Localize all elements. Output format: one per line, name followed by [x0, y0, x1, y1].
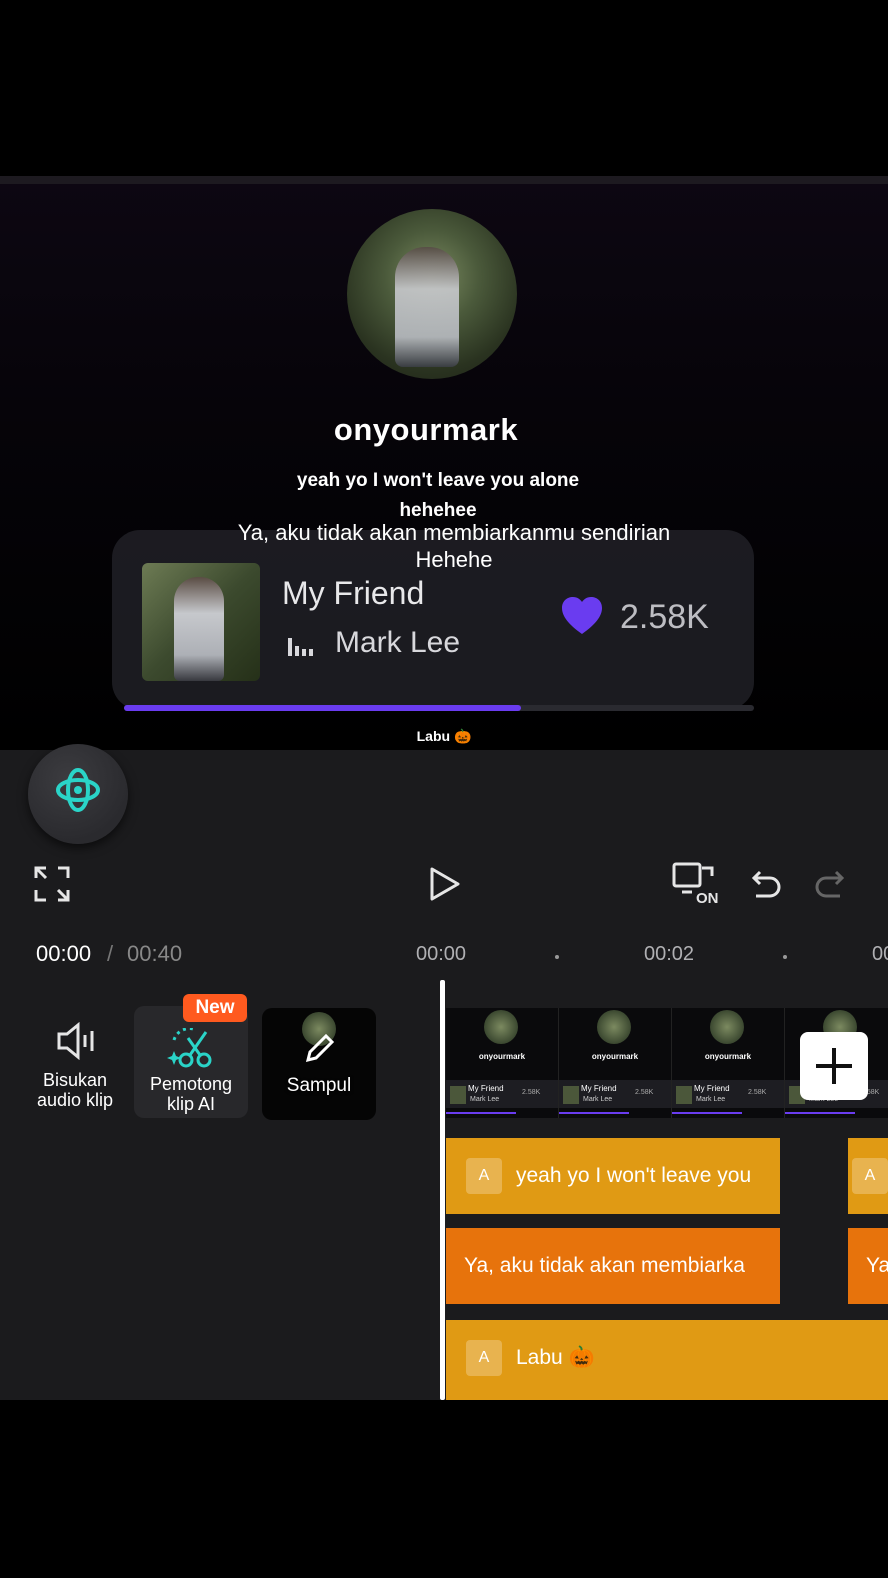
ai-cut-label-line1: Pemotong — [149, 1074, 233, 1094]
undo-icon[interactable] — [748, 868, 782, 900]
pencil-icon — [305, 1033, 335, 1063]
preview-mode-toggle[interactable]: ON — [672, 862, 722, 908]
subtitle-clip[interactable]: Ya — [848, 1228, 888, 1304]
expand-icon[interactable] — [34, 866, 70, 902]
mode-on-label: ON — [696, 890, 719, 907]
frame-likes: 2.58K — [522, 1089, 541, 1096]
track-frame: onyourmark My Friend Mark Lee 2.58K — [559, 1008, 672, 1118]
new-badge: New — [183, 994, 247, 1022]
frame-music-card: My Friend Mark Lee 2.58K — [672, 1080, 784, 1108]
track-frame: onyourmark My Friend Mark Lee 2.58K — [672, 1008, 785, 1118]
frame-music-card: My Friend Mark Lee 2.58K — [446, 1080, 558, 1108]
text-template-icon — [466, 1340, 502, 1377]
frame-username: onyourmark — [591, 1052, 639, 1061]
total-time: 00:40 — [127, 941, 183, 966]
frame-progress — [446, 1112, 516, 1114]
ruler-label: 00 — [872, 943, 888, 965]
frame-song: My Friend — [468, 1084, 504, 1093]
text-template-icon — [466, 1158, 502, 1195]
frame-progress — [672, 1112, 742, 1114]
frame-artist: Mark Lee — [470, 1096, 500, 1103]
frame-thumb — [676, 1086, 692, 1104]
playhead[interactable] — [440, 980, 445, 1400]
song-progress-fill — [124, 705, 521, 711]
ruler-label: 00:00 — [416, 943, 467, 965]
song-title: My Friend — [282, 575, 425, 611]
username: onyourmark — [333, 412, 519, 447]
frame-avatar — [710, 1010, 744, 1044]
ruler-label: 00:02 — [644, 943, 695, 965]
frame-progress — [785, 1112, 855, 1114]
heart-icon — [562, 597, 602, 634]
text-template-icon — [852, 1158, 888, 1195]
frame-avatar — [484, 1010, 518, 1044]
ai-clip-cutter-button[interactable]: Pemotong klip AI — [134, 1006, 248, 1118]
song-thumbnail — [142, 563, 260, 681]
frame-artist: Mark Lee — [696, 1096, 726, 1103]
time-separator: / — [107, 941, 114, 966]
like-count: 2.58K — [620, 598, 709, 636]
cover-label: Sampul — [286, 1075, 352, 1096]
frame-music-card: My Friend Mark Lee 2.58K — [559, 1080, 671, 1108]
frame-username: onyourmark — [478, 1052, 526, 1061]
clip-text: Labu 🎃 — [516, 1346, 595, 1369]
frame-song: My Friend — [581, 1084, 617, 1093]
lyric-indonesian: Ya, aku tidak akan membiarkanmu sendiria… — [237, 520, 671, 572]
frame-artist: Mark Lee — [583, 1096, 613, 1103]
ruler-dot — [783, 955, 787, 959]
frame-likes: 2.58K — [635, 1089, 654, 1096]
frame-progress — [559, 1112, 629, 1114]
ai-scissors-icon — [167, 1028, 212, 1068]
frame-username: onyourmark — [704, 1052, 752, 1061]
bottom-area — [0, 1400, 888, 1578]
frame-thumb — [450, 1086, 466, 1104]
audio-bars-icon — [288, 636, 316, 656]
mute-label-line2: audio klip — [36, 1090, 114, 1110]
lyric-english: yeah yo I won't leave you alone hehehee — [296, 470, 580, 521]
play-icon[interactable] — [428, 866, 462, 902]
speaker-icon — [57, 1022, 94, 1060]
ruler-dot — [555, 955, 559, 959]
cover-button[interactable] — [262, 1008, 376, 1120]
sparkle-orbit-icon — [56, 768, 100, 812]
ai-cut-label-line2: klip AI — [166, 1094, 216, 1114]
profile-avatar — [347, 209, 517, 379]
preview-top-border — [0, 176, 888, 184]
frame-avatar — [597, 1010, 631, 1044]
frame-thumb — [563, 1086, 579, 1104]
text-clip[interactable]: yeah yo I won't leave you — [446, 1138, 780, 1214]
clip-text: Ya, aku tidak akan membiarka — [464, 1254, 745, 1277]
clip-text: Ya — [866, 1254, 888, 1277]
add-clip-button[interactable] — [800, 1032, 868, 1100]
text-clip[interactable] — [848, 1138, 888, 1214]
ai-assistant-button[interactable] — [28, 744, 128, 844]
clip-text: yeah yo I won't leave you — [516, 1164, 752, 1187]
caption-text: Labu 🎃 — [416, 728, 472, 744]
track-frame: onyourmark My Friend Mark Lee 2.58K — [446, 1008, 559, 1118]
redo-icon[interactable] — [814, 868, 848, 900]
current-time: 00:00 — [36, 941, 92, 966]
mute-label-line1: Bisukan — [42, 1070, 108, 1090]
text-clip[interactable]: Labu 🎃 — [446, 1320, 888, 1400]
mute-audio-button[interactable]: Bisukan audio klip — [18, 1006, 132, 1118]
artist-name: Mark Lee — [335, 626, 461, 659]
subtitle-clip[interactable]: Ya, aku tidak akan membiarka — [446, 1228, 780, 1304]
frame-likes: 2.58K — [748, 1089, 767, 1096]
frame-song: My Friend — [694, 1084, 730, 1093]
